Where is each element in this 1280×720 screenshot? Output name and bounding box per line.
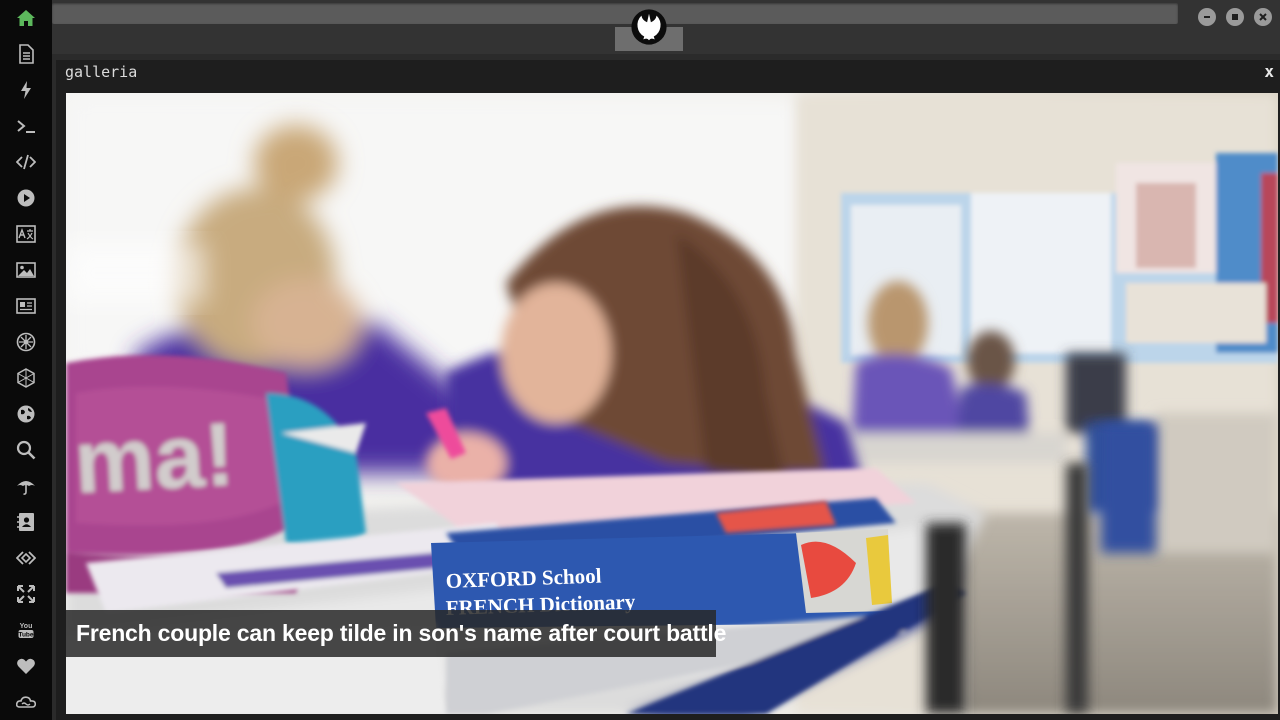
umbrella-icon[interactable] bbox=[0, 469, 52, 503]
galleria-window: galleria x ma! OXFORD School FRENCH Dict… bbox=[56, 60, 1280, 720]
gallery-image[interactable]: ma! OXFORD School FRENCH Dictionary Fren… bbox=[66, 93, 1278, 714]
translate-icon[interactable] bbox=[0, 217, 52, 251]
lightning-icon[interactable] bbox=[0, 73, 52, 107]
diamond-code-icon[interactable] bbox=[0, 541, 52, 575]
document-icon[interactable] bbox=[0, 37, 52, 71]
search-icon[interactable] bbox=[0, 433, 52, 467]
contact-card-icon[interactable] bbox=[0, 505, 52, 539]
youtube-icon[interactable]: You Tube bbox=[0, 613, 52, 647]
home-icon[interactable] bbox=[0, 1, 52, 35]
rebel-alliance-icon bbox=[630, 8, 668, 46]
settings-wheel-icon[interactable] bbox=[0, 325, 52, 359]
globe-icon[interactable] bbox=[0, 397, 52, 431]
window-title: galleria bbox=[65, 63, 138, 81]
terminal-icon[interactable] bbox=[0, 109, 52, 143]
close-icon[interactable] bbox=[1254, 8, 1272, 26]
close-window-button[interactable]: x bbox=[1264, 62, 1274, 81]
minimize-icon[interactable] bbox=[1198, 8, 1216, 26]
svg-text:You: You bbox=[20, 623, 33, 630]
svg-text:ma!: ma! bbox=[72, 405, 237, 513]
address-bar[interactable] bbox=[52, 3, 1178, 24]
cloud-icon[interactable] bbox=[0, 685, 52, 719]
cube-icon[interactable] bbox=[0, 361, 52, 395]
image-icon[interactable] bbox=[0, 253, 52, 287]
expand-icon[interactable] bbox=[0, 577, 52, 611]
image-caption: French couple can keep tilde in son's na… bbox=[66, 610, 726, 657]
code-icon[interactable] bbox=[0, 145, 52, 179]
top-bar bbox=[52, 0, 1280, 54]
newspaper-icon[interactable] bbox=[0, 289, 52, 323]
svg-text:Tube: Tube bbox=[18, 632, 33, 639]
heart-icon[interactable] bbox=[0, 649, 52, 683]
maximize-icon[interactable] bbox=[1226, 8, 1244, 26]
icon-sidebar: You Tube bbox=[0, 0, 52, 720]
play-icon[interactable] bbox=[0, 181, 52, 215]
